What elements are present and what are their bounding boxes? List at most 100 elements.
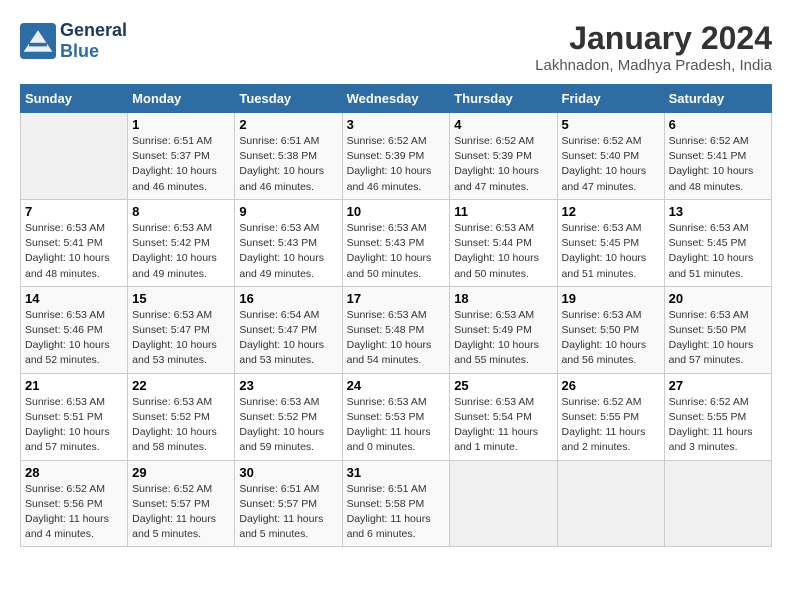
day-info: Sunrise: 6:53 AM Sunset: 5:47 PM Dayligh… — [132, 308, 230, 369]
calendar-cell: 3 Sunrise: 6:52 AM Sunset: 5:39 PM Daylig… — [342, 113, 450, 200]
calendar-cell — [664, 460, 771, 547]
day-info: Sunrise: 6:53 AM Sunset: 5:50 PM Dayligh… — [669, 308, 767, 369]
calendar-table: SundayMondayTuesdayWednesdayThursdayFrid… — [20, 84, 772, 547]
calendar-cell: 7 Sunrise: 6:53 AM Sunset: 5:41 PM Daylig… — [21, 199, 128, 286]
day-info: Sunrise: 6:53 AM Sunset: 5:49 PM Dayligh… — [454, 308, 552, 369]
calendar-cell: 30 Sunrise: 6:51 AM Sunset: 5:57 PM Dayli… — [235, 460, 342, 547]
calendar-cell: 14Sunrise: 6:53 AM Sunset: 5:46 PM Dayli… — [21, 286, 128, 373]
day-number: 18 — [454, 291, 552, 306]
day-number: 31 — [347, 465, 446, 480]
column-header-sunday: Sunday — [21, 85, 128, 113]
day-info: Sunrise: 6:51 AM Sunset: 5:57 PM Dayligh… — [239, 482, 337, 543]
column-header-wednesday: Wednesday — [342, 85, 450, 113]
day-info: Sunrise: 6:54 AM Sunset: 5:47 PM Dayligh… — [239, 308, 337, 369]
calendar-cell — [21, 113, 128, 200]
calendar-cell — [557, 460, 664, 547]
calendar-cell: 15 Sunrise: 6:53 AM Sunset: 5:47 PM Dayli… — [128, 286, 235, 373]
day-number: 10 — [347, 204, 446, 219]
header-row: SundayMondayTuesdayWednesdayThursdayFrid… — [21, 85, 772, 113]
calendar-cell: 6 Sunrise: 6:52 AM Sunset: 5:41 PM Daylig… — [664, 113, 771, 200]
calendar-cell: 19Sunrise: 6:53 AM Sunset: 5:50 PM Dayli… — [557, 286, 664, 373]
day-info: Sunrise: 6:52 AM Sunset: 5:41 PM Dayligh… — [669, 134, 767, 195]
day-info: Sunrise: 6:52 AM Sunset: 5:56 PM Dayligh… — [25, 482, 123, 543]
day-number: 7 — [25, 204, 123, 219]
day-info: Sunrise: 6:51 AM Sunset: 5:37 PM Dayligh… — [132, 134, 230, 195]
calendar-cell: 13Sunrise: 6:53 AM Sunset: 5:45 PM Dayli… — [664, 199, 771, 286]
calendar-cell: 23 Sunrise: 6:53 AM Sunset: 5:52 PM Dayli… — [235, 373, 342, 460]
day-number: 12 — [562, 204, 660, 219]
day-info: Sunrise: 6:53 AM Sunset: 5:43 PM Dayligh… — [239, 221, 337, 282]
location: Lakhnadon, Madhya Pradesh, India — [535, 57, 772, 74]
day-info: Sunrise: 6:53 AM Sunset: 5:51 PM Dayligh… — [25, 395, 123, 456]
day-info: Sunrise: 6:53 AM Sunset: 5:54 PM Dayligh… — [454, 395, 552, 456]
day-number: 26 — [562, 378, 660, 393]
day-info: Sunrise: 6:52 AM Sunset: 5:39 PM Dayligh… — [454, 134, 552, 195]
column-header-friday: Friday — [557, 85, 664, 113]
calendar-cell: 9 Sunrise: 6:53 AM Sunset: 5:43 PM Daylig… — [235, 199, 342, 286]
day-number: 25 — [454, 378, 552, 393]
week-row-5: 28 Sunrise: 6:52 AM Sunset: 5:56 PM Dayli… — [21, 460, 772, 547]
day-number: 27 — [669, 378, 767, 393]
calendar-cell — [450, 460, 557, 547]
day-number: 3 — [347, 117, 446, 132]
calendar-cell: 10 Sunrise: 6:53 AM Sunset: 5:43 PM Dayli… — [342, 199, 450, 286]
day-info: Sunrise: 6:53 AM Sunset: 5:52 PM Dayligh… — [132, 395, 230, 456]
day-number: 30 — [239, 465, 337, 480]
logo-icon — [20, 23, 56, 59]
day-number: 11 — [454, 204, 552, 219]
logo-text: General Blue — [60, 20, 127, 62]
day-number: 6 — [669, 117, 767, 132]
day-info: Sunrise: 6:52 AM Sunset: 5:55 PM Dayligh… — [669, 395, 767, 456]
day-info: Sunrise: 6:53 AM Sunset: 5:41 PM Dayligh… — [25, 221, 123, 282]
calendar-cell: 18 Sunrise: 6:53 AM Sunset: 5:49 PM Dayli… — [450, 286, 557, 373]
month-title: January 2024 — [535, 20, 772, 57]
day-info: Sunrise: 6:53 AM Sunset: 5:43 PM Dayligh… — [347, 221, 446, 282]
calendar-cell: 20 Sunrise: 6:53 AM Sunset: 5:50 PM Dayli… — [664, 286, 771, 373]
day-number: 14 — [25, 291, 123, 306]
calendar-cell: 17 Sunrise: 6:53 AM Sunset: 5:48 PM Dayli… — [342, 286, 450, 373]
logo: General Blue — [20, 20, 127, 62]
day-number: 16 — [239, 291, 337, 306]
week-row-4: 21Sunrise: 6:53 AM Sunset: 5:51 PM Dayli… — [21, 373, 772, 460]
week-row-2: 7 Sunrise: 6:53 AM Sunset: 5:41 PM Daylig… — [21, 199, 772, 286]
day-number: 15 — [132, 291, 230, 306]
day-info: Sunrise: 6:52 AM Sunset: 5:55 PM Dayligh… — [562, 395, 660, 456]
day-info: Sunrise: 6:53 AM Sunset: 5:42 PM Dayligh… — [132, 221, 230, 282]
week-row-3: 14Sunrise: 6:53 AM Sunset: 5:46 PM Dayli… — [21, 286, 772, 373]
calendar-cell: 2 Sunrise: 6:51 AM Sunset: 5:38 PM Daylig… — [235, 113, 342, 200]
day-number: 20 — [669, 291, 767, 306]
calendar-cell: 5Sunrise: 6:52 AM Sunset: 5:40 PM Daylig… — [557, 113, 664, 200]
day-number: 2 — [239, 117, 337, 132]
column-header-monday: Monday — [128, 85, 235, 113]
day-number: 23 — [239, 378, 337, 393]
column-header-tuesday: Tuesday — [235, 85, 342, 113]
day-info: Sunrise: 6:51 AM Sunset: 5:58 PM Dayligh… — [347, 482, 446, 543]
calendar-cell: 29 Sunrise: 6:52 AM Sunset: 5:57 PM Dayli… — [128, 460, 235, 547]
day-number: 9 — [239, 204, 337, 219]
day-number: 17 — [347, 291, 446, 306]
calendar-cell: 21Sunrise: 6:53 AM Sunset: 5:51 PM Dayli… — [21, 373, 128, 460]
title-block: January 2024 Lakhnadon, Madhya Pradesh, … — [535, 20, 772, 74]
day-info: Sunrise: 6:53 AM Sunset: 5:48 PM Dayligh… — [347, 308, 446, 369]
day-number: 28 — [25, 465, 123, 480]
day-number: 22 — [132, 378, 230, 393]
day-info: Sunrise: 6:53 AM Sunset: 5:52 PM Dayligh… — [239, 395, 337, 456]
calendar-cell: 24Sunrise: 6:53 AM Sunset: 5:53 PM Dayli… — [342, 373, 450, 460]
day-number: 29 — [132, 465, 230, 480]
day-info: Sunrise: 6:53 AM Sunset: 5:53 PM Dayligh… — [347, 395, 446, 456]
day-number: 5 — [562, 117, 660, 132]
day-info: Sunrise: 6:52 AM Sunset: 5:57 PM Dayligh… — [132, 482, 230, 543]
calendar-cell: 27 Sunrise: 6:52 AM Sunset: 5:55 PM Dayli… — [664, 373, 771, 460]
week-row-1: 1Sunrise: 6:51 AM Sunset: 5:37 PM Daylig… — [21, 113, 772, 200]
day-number: 19 — [562, 291, 660, 306]
day-number: 8 — [132, 204, 230, 219]
calendar-cell: 4 Sunrise: 6:52 AM Sunset: 5:39 PM Daylig… — [450, 113, 557, 200]
day-number: 4 — [454, 117, 552, 132]
day-info: Sunrise: 6:51 AM Sunset: 5:38 PM Dayligh… — [239, 134, 337, 195]
day-info: Sunrise: 6:53 AM Sunset: 5:45 PM Dayligh… — [669, 221, 767, 282]
calendar-cell: 28 Sunrise: 6:52 AM Sunset: 5:56 PM Dayli… — [21, 460, 128, 547]
day-info: Sunrise: 6:52 AM Sunset: 5:39 PM Dayligh… — [347, 134, 446, 195]
calendar-cell: 31 Sunrise: 6:51 AM Sunset: 5:58 PM Dayli… — [342, 460, 450, 547]
calendar-cell: 26 Sunrise: 6:52 AM Sunset: 5:55 PM Dayli… — [557, 373, 664, 460]
day-info: Sunrise: 6:53 AM Sunset: 5:45 PM Dayligh… — [562, 221, 660, 282]
